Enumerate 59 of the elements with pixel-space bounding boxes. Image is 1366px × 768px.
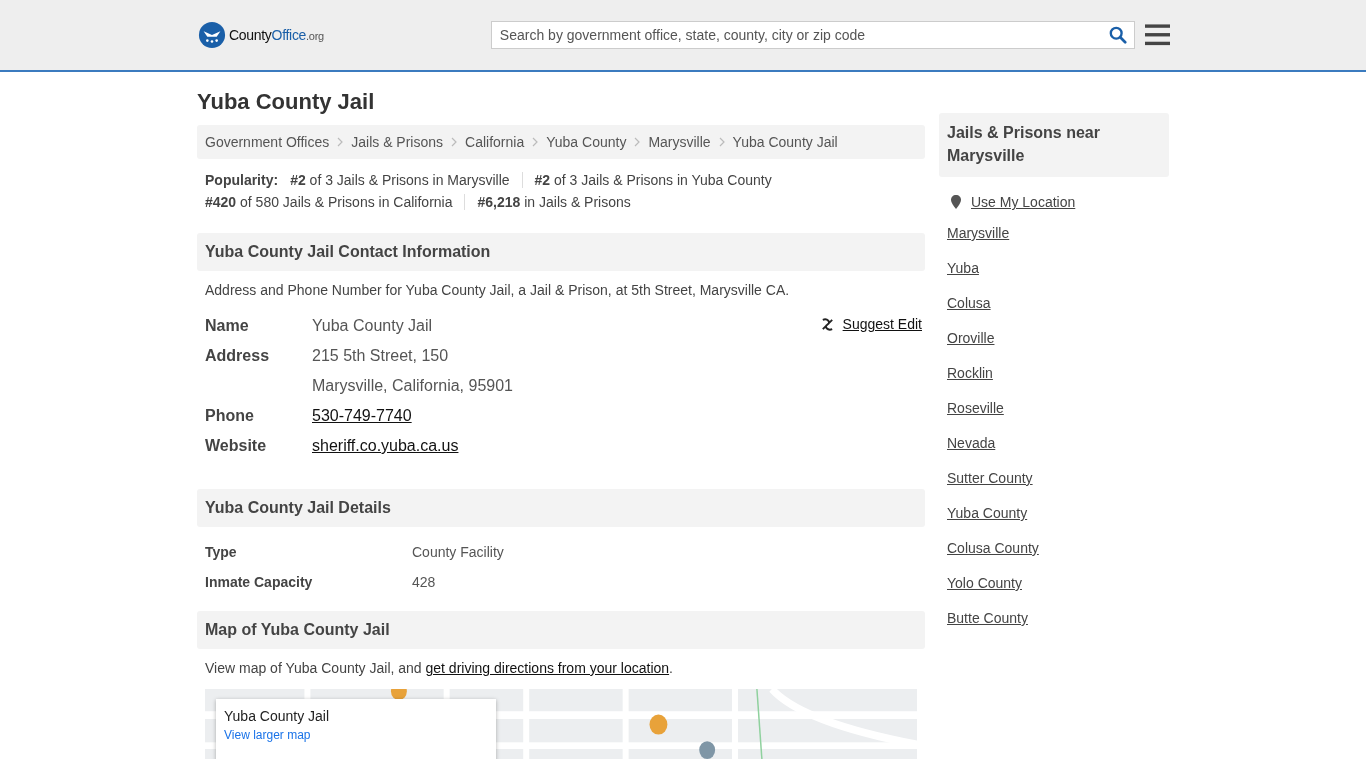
chevron-icon bbox=[337, 137, 344, 147]
nearby-location-link[interactable]: Colusa County bbox=[947, 540, 1039, 556]
chevron-icon bbox=[532, 137, 539, 147]
nearby-location-link[interactable]: Roseville bbox=[947, 400, 1004, 416]
chevron-icon bbox=[451, 137, 458, 147]
menu-icon[interactable] bbox=[1144, 24, 1170, 46]
logo-icon[interactable] bbox=[198, 21, 226, 49]
nearby-location-link[interactable]: Colusa bbox=[947, 295, 991, 311]
field-label: Website bbox=[205, 436, 268, 456]
nearby-location-link[interactable]: Butte County bbox=[947, 610, 1028, 626]
popularity-rank: #420 of 580 Jails & Prisons in California bbox=[205, 194, 454, 210]
section-heading: Map of Yuba County Jail bbox=[197, 611, 925, 649]
popularity-rank: #2 of 3 Jails & Prisons in Yuba County bbox=[521, 172, 784, 188]
section-heading: Yuba County Jail Contact Information bbox=[197, 233, 925, 271]
section-heading: Yuba County Jail Details bbox=[197, 489, 925, 527]
location-pin-icon bbox=[951, 195, 961, 209]
field-label: Inmate Capacity bbox=[205, 573, 314, 592]
field-label: Phone bbox=[205, 406, 255, 426]
field-value: County Facility bbox=[412, 543, 504, 562]
field-value: Yuba County Jail bbox=[312, 316, 433, 336]
field-label: Address bbox=[205, 346, 271, 366]
field-link[interactable]: 530-749-7740 bbox=[312, 401, 412, 431]
popularity-label: Popularity: bbox=[205, 172, 279, 188]
chevron-icon bbox=[634, 137, 641, 147]
search-icon[interactable] bbox=[1108, 26, 1127, 44]
suggest-edit-link[interactable]: Suggest Edit bbox=[819, 316, 922, 332]
larger-map-link[interactable]: View larger map bbox=[224, 728, 311, 742]
breadcrumb-link[interactable]: Yuba County bbox=[546, 134, 627, 150]
intro-text: View map of Yuba County Jail, and get driving directions from your location. bbox=[205, 660, 674, 676]
breadcrumb-link[interactable]: Marysville bbox=[648, 134, 711, 150]
map-place-title: Yuba County Jail bbox=[224, 708, 330, 724]
nearby-location-link[interactable]: Marysville bbox=[947, 225, 1010, 241]
chevron-icon bbox=[718, 137, 725, 147]
field-link[interactable]: sheriff.co.yuba.ca.us bbox=[312, 431, 459, 461]
page-title: Yuba County Jail bbox=[197, 89, 376, 115]
directions-link[interactable]: get driving directions from your location bbox=[425, 660, 670, 676]
breadcrumb-link[interactable]: California bbox=[465, 134, 525, 150]
logo-text[interactable]: CountyOffice.org bbox=[229, 27, 324, 43]
use-location-link[interactable]: Use My Location bbox=[971, 194, 1076, 210]
nearby-location-link[interactable]: Nevada bbox=[947, 435, 996, 451]
nearby-location-link[interactable]: Rocklin bbox=[947, 365, 993, 381]
nearby-location-link[interactable]: Yuba bbox=[947, 260, 979, 276]
field-value: 428 bbox=[412, 573, 436, 592]
nearby-location-link[interactable]: Yuba County bbox=[947, 505, 1028, 521]
breadcrumb-link[interactable]: Jails & Prisons bbox=[351, 134, 444, 150]
sidebar-heading: Jails & Prisons near Marysville bbox=[939, 113, 1169, 177]
nearby-location-link[interactable]: Sutter County bbox=[947, 470, 1033, 486]
field-label: Name bbox=[205, 316, 250, 336]
field-label: Type bbox=[205, 543, 238, 562]
nearby-location-link[interactable]: Oroville bbox=[947, 330, 995, 346]
field-value: 215 5th Street, 150 bbox=[312, 346, 450, 366]
popularity-rank: #6,218 in Jails & Prisons bbox=[464, 194, 643, 210]
popularity-rank: #2 of 3 Jails & Prisons in Marysville bbox=[290, 172, 511, 188]
breadcrumb-link[interactable]: Government Offices bbox=[205, 134, 330, 150]
field-value: Marysville, California, 95901 bbox=[312, 376, 513, 396]
intro-text: Address and Phone Number for Yuba County Jail, a Jail & Prison, at 5th Street, Marysville CA. bbox=[205, 282, 791, 298]
breadcrumb-link[interactable]: Yuba County Jail bbox=[732, 134, 838, 150]
nearby-location-link[interactable]: Yolo County bbox=[947, 575, 1022, 591]
search-field[interactable]: Search by government office, state, county, city or zip code bbox=[490, 21, 1135, 49]
